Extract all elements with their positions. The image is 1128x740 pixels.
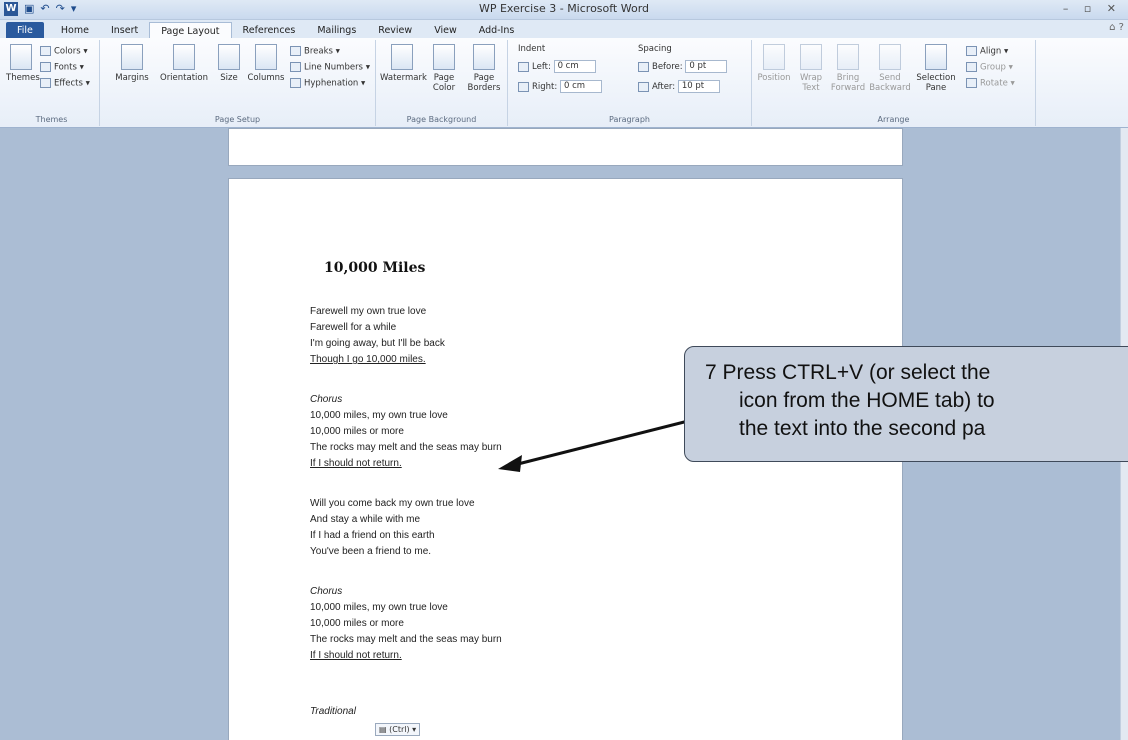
callout-line-3: the text into the second pa (739, 417, 986, 440)
arrow-head (498, 455, 522, 472)
word-window: W ▣ ↶ ↷ ▾ WP Exercise 3 - Microsoft Word… (0, 0, 1128, 740)
instruction-callout: 7 Press CTRL+V (or select the icon from … (684, 346, 1128, 462)
arrow-shaft (509, 416, 701, 468)
callout-line-1: 7 Press CTRL+V (or select the (705, 361, 991, 384)
callout-line-2: icon from the HOME tab) to (739, 389, 995, 412)
